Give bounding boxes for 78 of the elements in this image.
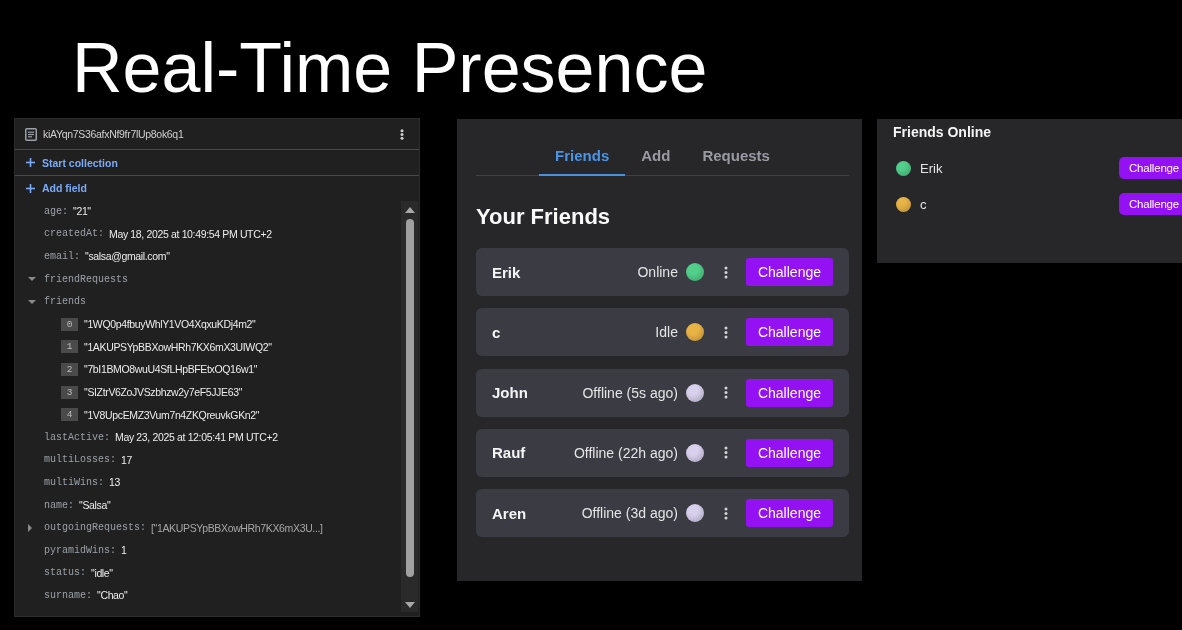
- caret-down-icon[interactable]: [28, 277, 36, 282]
- tab[interactable]: Add: [625, 136, 687, 176]
- field-value: 1: [121, 544, 127, 557]
- array-value: "SIZtrV6ZoJVSzbhzw2y7eF5JJE63": [84, 386, 243, 399]
- kebab-menu-icon[interactable]: [723, 505, 728, 521]
- field-key: createdAt:: [44, 228, 104, 240]
- field-value: "Chao": [97, 589, 128, 602]
- tab[interactable]: Requests: [686, 136, 786, 176]
- caret-right-icon[interactable]: [28, 523, 32, 532]
- action-button[interactable]: Start collection: [26, 154, 118, 171]
- field-value: "salsa@gmail.com": [85, 250, 170, 263]
- status-text: Offline (3d ago): [581, 505, 678, 521]
- field-key: outgoingRequests:: [44, 522, 147, 534]
- status-text: Offline (22h ago): [573, 444, 678, 461]
- array-value: "1WQ0p4fbuyWhlY1VO4XqxuKDj4m2": [84, 318, 256, 331]
- field-key: pyramidWins:: [44, 544, 116, 556]
- field-key: status:: [44, 567, 86, 579]
- tab[interactable]: Friends: [539, 136, 626, 176]
- field-key: name:: [44, 499, 74, 511]
- field-key: age:: [44, 205, 68, 217]
- document-icon: [25, 127, 37, 141]
- field-key: lastActive:: [44, 431, 110, 443]
- challenge-button[interactable]: Challenge: [745, 438, 833, 467]
- field-key: email:: [44, 251, 80, 262]
- index-badge: 3: [61, 385, 78, 399]
- friend-name: Rauf: [492, 444, 526, 462]
- field-value: May 23, 2025 at 12:05:41 PM UTC+2: [115, 431, 278, 444]
- index-badge: 2: [61, 362, 78, 376]
- field-value: "idle": [91, 566, 113, 579]
- friend-name: John: [492, 384, 528, 401]
- friend-name: Erik: [492, 263, 521, 281]
- challenge-button[interactable]: Challenge: [1119, 193, 1182, 215]
- field-value: ["1AKUPSYpBBXowHRh7KX6mX3U...]: [151, 521, 323, 534]
- array-value: "1V8UpcEMZ3Vum7n4ZKQreuvkGKn2": [84, 408, 260, 421]
- panel-title: Friends Online: [893, 123, 991, 141]
- friend-name: Aren: [492, 504, 527, 522]
- plus-icon: [26, 158, 35, 167]
- kebab-menu-icon[interactable]: [723, 385, 728, 400]
- field-key: multiWins:: [44, 476, 104, 488]
- array-value: "7bI1BMO8wuU4SfLHpBFEtxOQ16w1": [84, 363, 258, 376]
- page-title: Real-Time Presence: [72, 33, 708, 103]
- challenge-button[interactable]: Challenge: [745, 378, 833, 407]
- plus-icon: [26, 183, 35, 193]
- challenge-button[interactable]: Challenge: [745, 318, 833, 347]
- friend-name: Erik: [920, 160, 943, 176]
- index-badge: 0: [61, 317, 78, 331]
- index-badge: 1: [61, 340, 78, 354]
- status-text: Idle: [655, 324, 678, 341]
- kebab-menu-icon[interactable]: [723, 324, 728, 340]
- field-value: "21": [73, 205, 91, 218]
- scroll-up-icon[interactable]: [404, 207, 415, 213]
- scrollbar-thumb[interactable]: [405, 219, 414, 577]
- challenge-button[interactable]: Challenge: [745, 258, 833, 286]
- kebab-menu-icon[interactable]: [723, 264, 728, 280]
- scrollbar[interactable]: [401, 201, 418, 612]
- field-key: surname:: [44, 589, 92, 601]
- field-value: "Salsa": [79, 499, 111, 511]
- challenge-button[interactable]: Challenge: [1119, 157, 1182, 179]
- kebab-menu-icon[interactable]: [723, 445, 728, 461]
- friend-name: c: [492, 323, 501, 341]
- section-heading: Your Friends: [476, 203, 611, 231]
- field-key: friendRequests: [44, 273, 128, 285]
- field-value: May 18, 2025 at 10:49:54 PM UTC+2: [109, 227, 272, 240]
- status-text: Online: [637, 264, 678, 280]
- document-id: kiAYqn7S36afxNf9fr7lUp8ok6q1: [43, 128, 185, 140]
- status-text: Offline (5s ago): [582, 384, 678, 401]
- kebab-menu-icon[interactable]: [400, 127, 404, 141]
- field-value: 17: [121, 453, 132, 466]
- field-key: multiLosses:: [44, 454, 116, 466]
- friend-name: c: [920, 196, 927, 212]
- field-value: 13: [109, 476, 120, 489]
- action-button[interactable]: Add field: [26, 180, 87, 196]
- index-badge: 4: [61, 408, 78, 422]
- challenge-button[interactable]: Challenge: [745, 499, 833, 527]
- caret-down-icon[interactable]: [28, 299, 36, 304]
- array-value: "1AKUPSYpBBXowHRh7KX6mX3UIWQ2": [84, 340, 272, 353]
- field-key: friends: [44, 296, 86, 308]
- scroll-down-icon[interactable]: [404, 602, 415, 608]
